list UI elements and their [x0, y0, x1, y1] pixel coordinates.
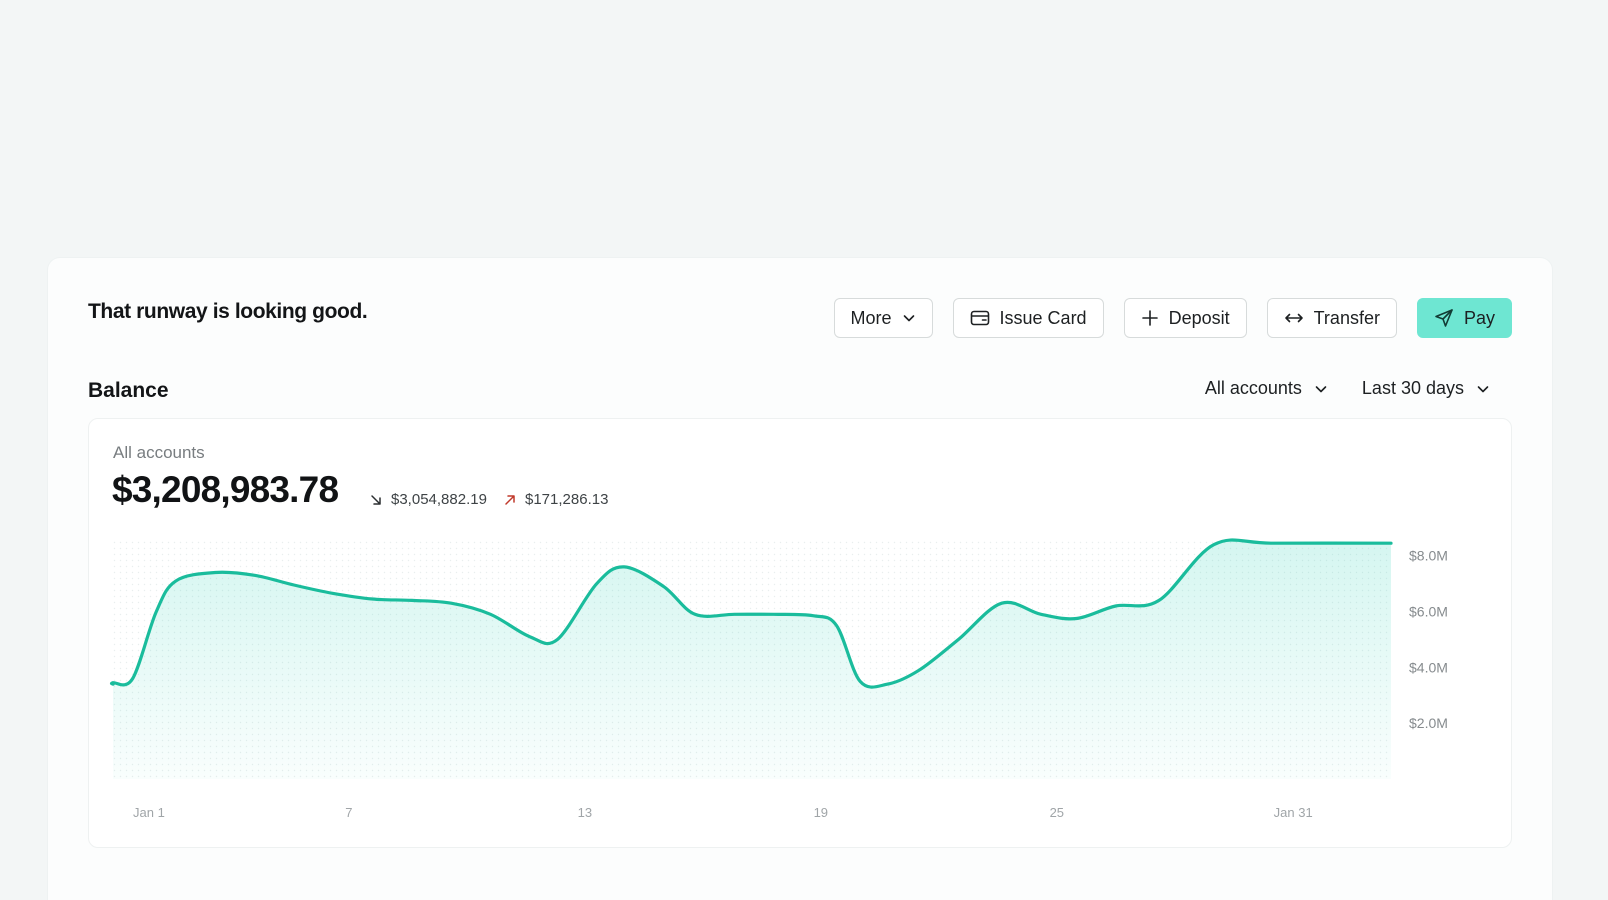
arrow-down-right-icon — [371, 494, 381, 505]
account-filter-dropdown[interactable]: All accounts — [1205, 378, 1328, 399]
transfer-arrows-icon — [1284, 313, 1303, 323]
y-tick-label: $6.0M — [1409, 604, 1448, 620]
balance-chart: $2.0M $4.0M $6.0M $8.0M Jan 1 7 13 19 25 Jan 31 — [89, 529, 1513, 839]
balance-title: Balance — [88, 379, 169, 402]
y-tick-label: $8.0M — [1409, 548, 1448, 564]
arrow-up-right-icon — [505, 494, 515, 505]
more-button-label: More — [850, 307, 892, 328]
account-filter-label: All accounts — [1204, 378, 1302, 398]
x-tick-label: 7 — [345, 805, 352, 820]
money-in-value: $171,286.13 — [525, 491, 609, 508]
balance-chart-panel: All accounts $3,208,983.78 $3,054,882.19… — [88, 418, 1512, 848]
deposit-button-label: Deposit — [1168, 307, 1230, 328]
pay-button-label: Pay — [1463, 307, 1495, 328]
issue-card-button[interactable]: Issue Card — [952, 298, 1104, 338]
accounts-label: All accounts — [113, 443, 205, 462]
issue-card-button-label: Issue Card — [999, 307, 1087, 328]
transfer-button[interactable]: Transfer — [1266, 298, 1397, 338]
action-toolbar: More Issue Card Deposit Transfer Pay — [833, 298, 1512, 338]
more-button[interactable]: More — [833, 298, 933, 338]
money-in: $171,286.13 — [503, 491, 608, 508]
x-tick-label: 25 — [1050, 805, 1064, 820]
total-balance: $3,208,983.78 — [112, 469, 339, 510]
money-out: $3,054,882.19 — [369, 491, 487, 508]
date-range-dropdown[interactable]: Last 30 days — [1362, 378, 1490, 399]
chevron-down-icon — [903, 315, 914, 322]
credit-card-icon — [970, 310, 989, 326]
page-headline: That runway is looking good. — [88, 300, 368, 323]
x-tick-label: Jan 31 — [1274, 805, 1313, 820]
money-out-value: $3,054,882.19 — [391, 491, 487, 508]
plus-icon — [1141, 310, 1158, 326]
date-range-label: Last 30 days — [1361, 378, 1464, 398]
chevron-down-icon — [1315, 385, 1327, 392]
x-tick-label: 13 — [578, 805, 592, 820]
deposit-button[interactable]: Deposit — [1123, 298, 1247, 338]
send-icon — [1435, 309, 1453, 327]
x-tick-label: 19 — [814, 805, 828, 820]
y-tick-label: $4.0M — [1409, 659, 1448, 675]
balance-chart-svg[interactable]: $2.0M $4.0M $6.0M $8.0M Jan 1 7 13 19 25 Jan 31 — [89, 529, 1513, 839]
balance-filters: All accounts Last 30 days — [1205, 378, 1490, 399]
transfer-button-label: Transfer — [1313, 307, 1380, 328]
chevron-down-icon — [1477, 385, 1489, 392]
balance-card: That runway is looking good. More Issue … — [48, 258, 1552, 900]
pay-button[interactable]: Pay — [1416, 298, 1512, 338]
x-tick-label: Jan 1 — [133, 805, 165, 820]
y-tick-label: $2.0M — [1409, 715, 1448, 731]
